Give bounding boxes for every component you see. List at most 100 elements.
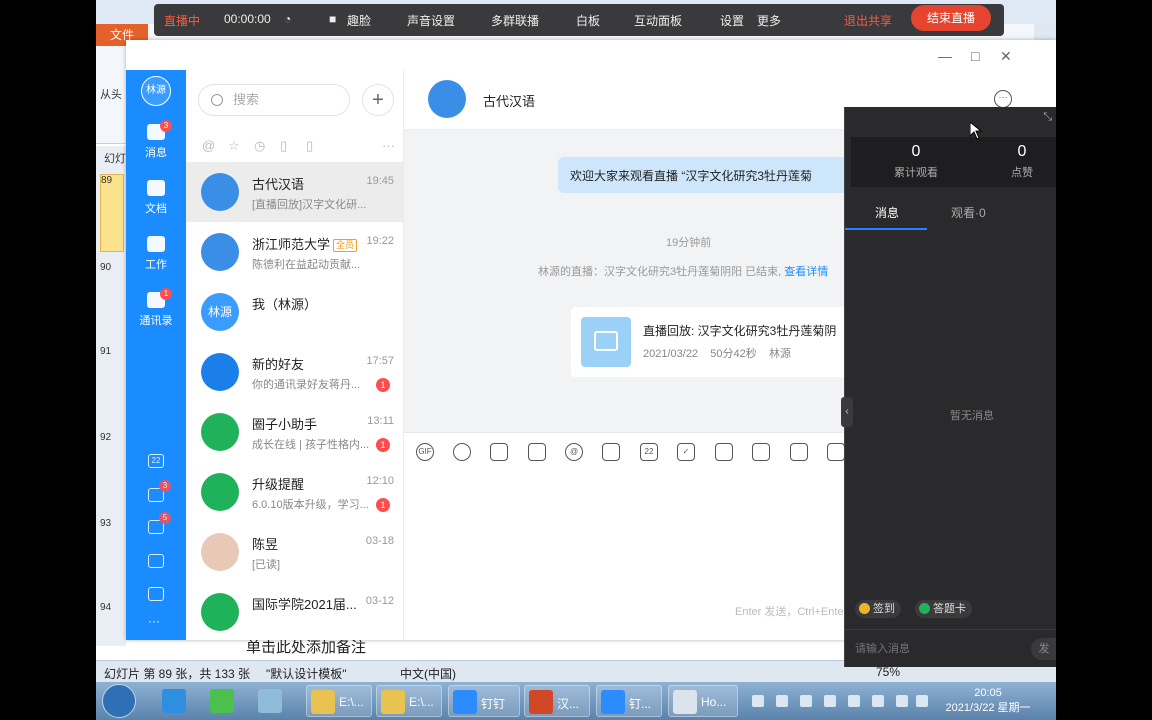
ppt-slide-thumb[interactable]: 89 xyxy=(100,174,124,252)
at-icon[interactable]: @ xyxy=(565,443,583,461)
multi-group-button[interactable]: 多群联播 xyxy=(491,12,539,29)
message-bubble[interactable]: 欢迎大家来观看直播 “汉字文化研究3牡丹莲菊 xyxy=(558,157,858,193)
mail-icon[interactable] xyxy=(148,587,164,601)
send-button[interactable]: 发 xyxy=(1031,638,1056,660)
nav-item-docs[interactable]: 文档 xyxy=(126,180,186,216)
shield-icon[interactable] xyxy=(824,695,836,707)
search-input[interactable]: 搜索 xyxy=(198,84,350,116)
more-icon[interactable]: ··· xyxy=(382,138,395,153)
slide-number: 94 xyxy=(100,602,112,613)
taskbar-app[interactable]: 汉... xyxy=(524,685,590,717)
wifi-icon: ◔ xyxy=(284,12,292,26)
minimize-icon[interactable]: — xyxy=(938,48,952,64)
file-icon[interactable]: ▯ xyxy=(306,138,313,154)
more-icon[interactable]: ··· xyxy=(994,90,1012,108)
scissors-icon[interactable] xyxy=(528,443,546,461)
tab-viewers[interactable]: 观看·0 xyxy=(951,204,986,221)
add-button[interactable]: + xyxy=(362,84,394,116)
calendar-icon[interactable]: 22 xyxy=(148,454,164,468)
thumbs-up-icon[interactable] xyxy=(490,443,508,461)
ding-icon[interactable] xyxy=(715,443,733,461)
camera-icon[interactable]: ■ xyxy=(329,12,336,26)
badge: 1 xyxy=(376,378,390,392)
badge: 3 xyxy=(160,120,172,132)
chrome-tray-icon[interactable] xyxy=(872,695,884,707)
conv-time: 19:45 xyxy=(366,175,394,187)
nav-item-messages[interactable]: 消息 3 xyxy=(126,120,186,160)
exit-share-button[interactable]: 退出共享 xyxy=(844,12,892,29)
conversation-item[interactable]: 升级提醒 12:10 6.0.10版本升级，学习... 1 xyxy=(186,462,404,522)
clock[interactable]: 20:05 2021/3/22 星期一 xyxy=(938,686,1038,716)
star-icon[interactable]: ☆ xyxy=(228,138,240,154)
conversation-item[interactable]: 林源 我（林源） xyxy=(186,282,404,342)
explorer-icon[interactable] xyxy=(254,685,288,717)
trash-icon[interactable]: ▯ xyxy=(280,138,287,154)
calendar-icon[interactable]: 22 xyxy=(640,443,658,461)
live-interaction-panel: ⤡ 0 累计观看 0 点赞 消息 观看·0 ‹ 暂无消息 签到 答题卡 请输入消… xyxy=(841,107,1056,667)
more-button[interactable]: 更多 xyxy=(757,12,781,29)
at-icon[interactable]: @ xyxy=(202,138,215,153)
taskbar-app[interactable]: 钉... xyxy=(596,685,662,717)
beauty-button[interactable]: 趣脸 xyxy=(347,12,371,29)
tab-messages[interactable]: 消息 xyxy=(875,204,899,221)
ding-icon[interactable]: 5 xyxy=(148,512,171,534)
emoji-icon[interactable] xyxy=(453,443,471,461)
live-icon[interactable] xyxy=(790,443,808,461)
display-icon[interactable] xyxy=(916,695,928,707)
todo-icon[interactable]: ✓ xyxy=(677,443,695,461)
file-add-icon[interactable] xyxy=(602,443,620,461)
ppt-ribbon-from-start[interactable]: 从头 xyxy=(100,86,122,102)
avatar[interactable]: 林源 xyxy=(141,76,171,106)
browser-icon[interactable] xyxy=(206,685,240,717)
clock-icon[interactable]: ◷ xyxy=(254,138,265,154)
live-message-input[interactable]: 请输入消息 发 xyxy=(845,629,1056,667)
conversation-item[interactable]: 新的好友 17:57 你的通讯录好友蒋丹... 1 xyxy=(186,342,404,402)
todo-icon[interactable]: 3 xyxy=(148,480,171,502)
conversation-item[interactable]: 古代汉语 19:45 [直播回放]汉字文化研... xyxy=(186,162,404,222)
interact-panel-button[interactable]: 互动面板 xyxy=(634,12,682,29)
keyboard-icon[interactable] xyxy=(752,695,764,707)
conversation-item[interactable]: 陈昱 03-18 [已读] xyxy=(186,522,404,582)
taskbar-app-label: E:\... xyxy=(409,695,434,709)
avatar[interactable] xyxy=(428,80,466,118)
ppt-slide-thumb[interactable]: 93 xyxy=(100,518,124,596)
nav-item-work[interactable]: 工作 xyxy=(126,236,186,272)
ppt-slide-thumb[interactable]: 91 xyxy=(100,346,124,424)
view-details-link[interactable]: 查看详情 xyxy=(784,266,828,278)
collapse-handle[interactable]: ‹ xyxy=(841,397,853,427)
ppt-slide-thumb[interactable]: 90 xyxy=(100,262,124,340)
conversation-item[interactable]: 圈子小助手 13:11 成长在线 | 孩子性格内... 1 xyxy=(186,402,404,462)
phone-icon[interactable] xyxy=(752,443,770,461)
checkin-button[interactable]: 签到 xyxy=(855,600,901,618)
conv-msg: [直播回放]汉字文化研... xyxy=(252,199,367,211)
taskbar-app[interactable]: 钉钉 xyxy=(448,685,520,717)
badge: 1 xyxy=(376,438,390,452)
nav-item-contacts[interactable]: 通讯录 1 xyxy=(126,288,186,328)
more-icon[interactable]: ··· xyxy=(148,614,160,628)
gif-icon[interactable]: GIF xyxy=(416,443,434,461)
replay-card[interactable]: 直播回放: 汉字文化研究3牡丹莲菊阴 2021/03/22 50分42秒 林源 xyxy=(571,307,861,377)
audio-settings-button[interactable]: 声音设置 xyxy=(407,12,455,29)
mail-icon[interactable] xyxy=(827,443,845,461)
taskbar-app[interactable]: Ho... xyxy=(668,685,738,717)
volume-icon[interactable] xyxy=(896,695,908,707)
ie-icon[interactable] xyxy=(158,685,192,717)
taskbar-app[interactable]: E:\... xyxy=(376,685,442,717)
security-icon[interactable] xyxy=(776,695,788,707)
start-button[interactable] xyxy=(102,684,136,718)
whiteboard-button[interactable]: 白板 xyxy=(576,12,600,29)
end-live-button[interactable]: 结束直播 xyxy=(911,5,991,31)
likes-label: 点赞 xyxy=(1011,167,1033,179)
close-icon[interactable]: ✕ xyxy=(1000,48,1012,65)
maximize-icon[interactable]: □ xyxy=(971,48,979,64)
phone-icon[interactable] xyxy=(148,554,164,568)
conversation-item[interactable]: 国际学院2021届... 03-12 xyxy=(186,582,404,640)
taskbar-app[interactable]: E:\... xyxy=(306,685,372,717)
app-tray-icon[interactable] xyxy=(848,695,860,707)
network-icon[interactable] xyxy=(800,695,812,707)
conversation-item[interactable]: 浙江师范大学 全员 19:22 陈德利在益起动贡献... xyxy=(186,222,404,282)
settings-button[interactable]: 设置 xyxy=(720,12,744,29)
collapse-icon[interactable]: ⤡ xyxy=(1043,111,1052,124)
ppt-slide-thumb[interactable]: 92 xyxy=(100,432,124,510)
quiz-card-button[interactable]: 答题卡 xyxy=(915,600,972,618)
